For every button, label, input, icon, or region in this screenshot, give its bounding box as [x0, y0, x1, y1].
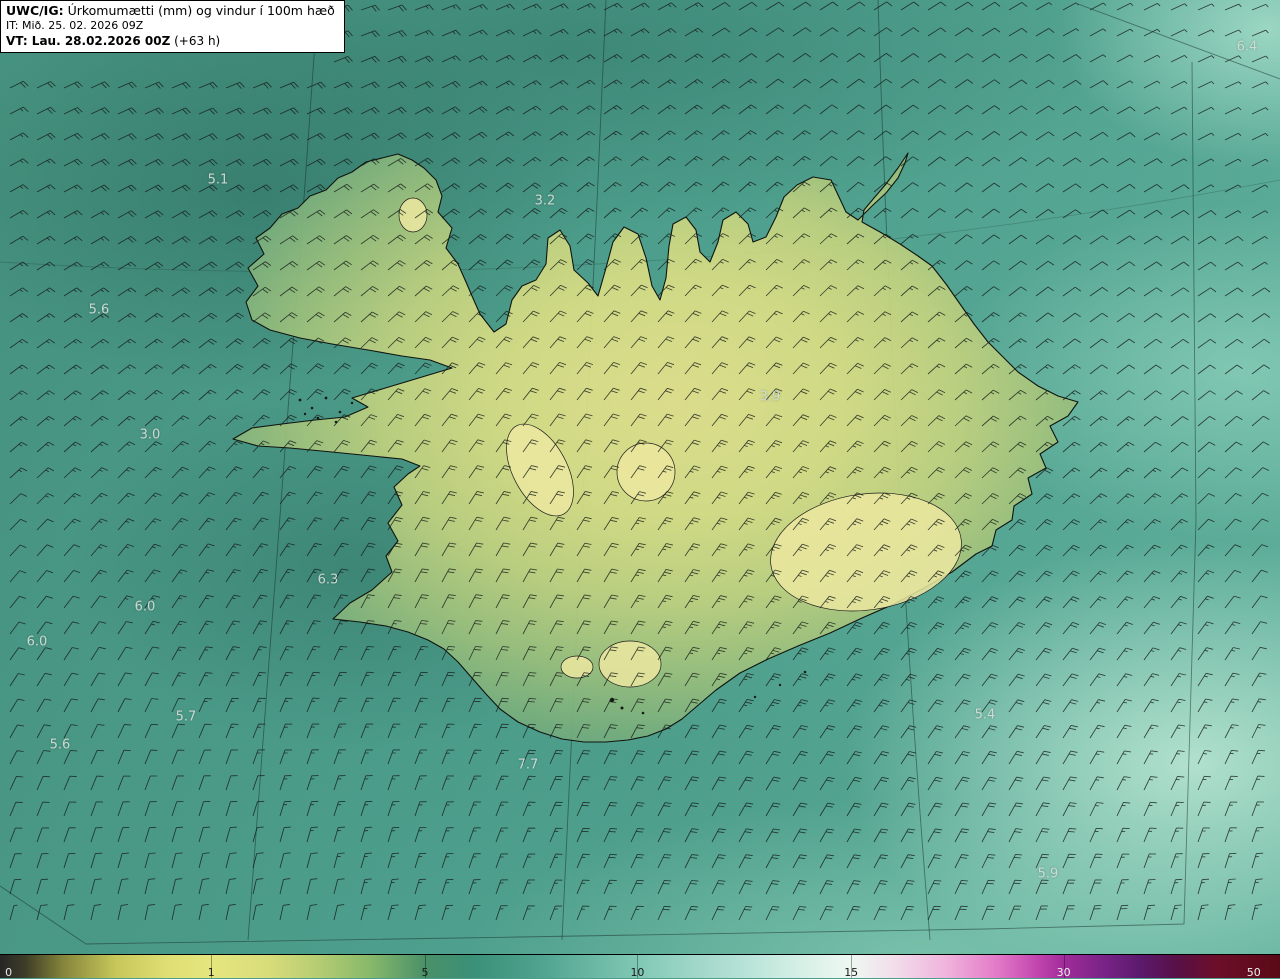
product-title: Úrkomumætti (mm) og vindur í 100m hæð	[63, 3, 335, 18]
product-line: UWC/IG: Úrkomumætti (mm) og vindur í 100…	[6, 3, 335, 19]
title-box: UWC/IG: Úrkomumætti (mm) og vindur í 100…	[0, 0, 345, 54]
weather-map: 6.4 5.1 3.2 5.6 3.9 3.0 6.3 6.0 6.0 5.4 5.7 5.6 7.7 5…	[0, 0, 1280, 978]
valid-offset: (+63 h)	[170, 33, 221, 48]
colorbar-tick-label: 50	[1246, 966, 1261, 979]
colorbar-tick-label: 5	[421, 966, 429, 979]
init-time: IT: Mið. 25. 02. 2026 09Z	[6, 19, 144, 33]
product-code: UWC/IG:	[6, 3, 64, 18]
valid-time: VT: Lau. 28.02.2026 00Z	[6, 33, 171, 48]
colorbar-ticks: 0 1 5 10 15 30 50	[0, 955, 1280, 978]
colorbar-legend: 0 1 5 10 15 30 50	[0, 954, 1280, 978]
colorbar-tick-label: 30	[1056, 966, 1071, 979]
colorbar-tick-label: 1	[207, 966, 215, 979]
colorbar-tick-label: 15	[844, 966, 859, 979]
valid-line: VT: Lau. 28.02.2026 00Z (+63 h)	[6, 34, 335, 50]
glacier-myrdalsjokull	[598, 640, 662, 688]
map-canvas	[0, 0, 1280, 945]
colorbar-tick-label: 0	[5, 966, 13, 979]
colorbar-tick-label: 10	[630, 966, 645, 979]
